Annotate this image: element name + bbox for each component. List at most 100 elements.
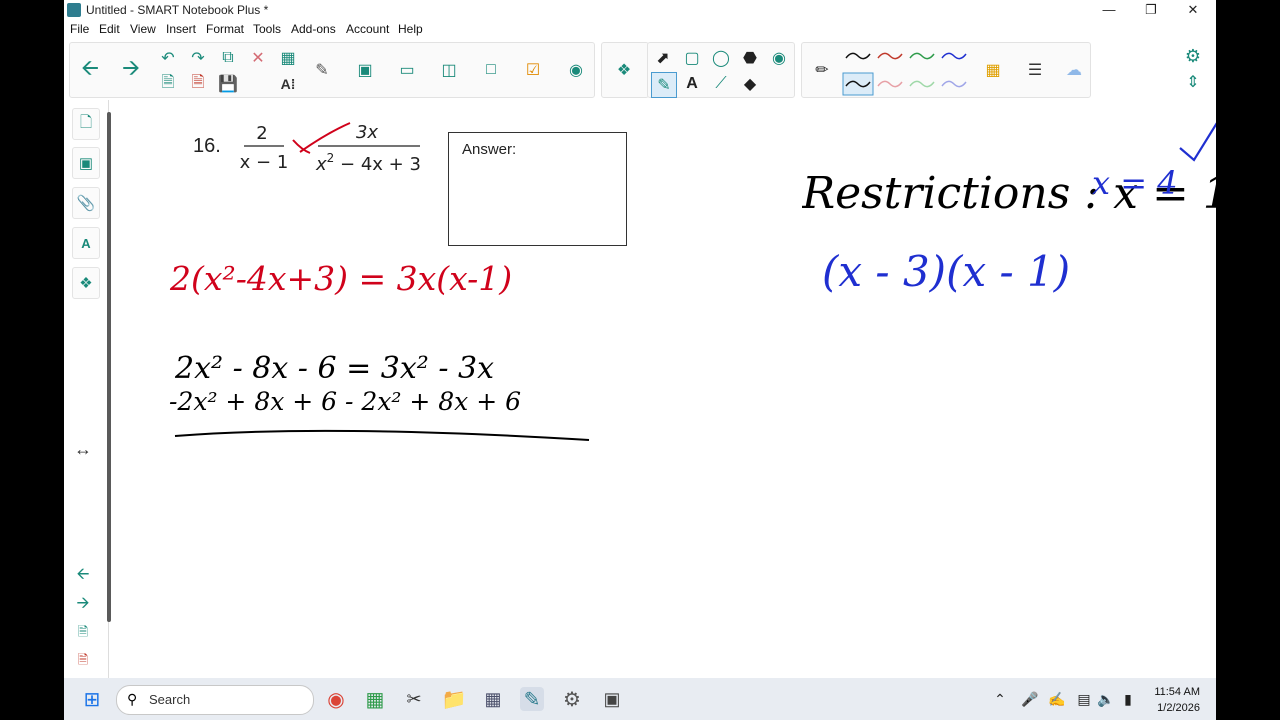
chrome-icon[interactable]: ◉ xyxy=(324,687,348,711)
snipping-tool-icon[interactable]: ✂ xyxy=(402,687,426,711)
notebook-app-icon[interactable]: ▦ xyxy=(363,687,387,711)
camera-icon[interactable]: ▣ xyxy=(353,58,377,82)
add-page-icon[interactable]: 🗎 xyxy=(156,72,180,96)
properties-icon[interactable]: A xyxy=(72,227,100,259)
addons-panel-icon[interactable]: ❖ xyxy=(72,267,100,299)
polygon-icon[interactable]: ⬣ xyxy=(738,46,762,70)
document-camera-icon[interactable]: □ xyxy=(479,58,503,82)
black-handwriting: 2x² - 8x - 6 = 3x² - 3x -2x² + 8x + 6 - … xyxy=(169,351,590,441)
factored-expression: (x - 3)(x - 1) xyxy=(822,247,1070,296)
battery-icon[interactable]: ▮ xyxy=(1116,687,1140,711)
screen-capture-icon[interactable]: ⧉ xyxy=(216,46,240,70)
red-handwriting: 2(x²-4x+3) = 3x(x-1) xyxy=(169,259,512,298)
menu-insert[interactable]: Insert xyxy=(166,22,196,36)
taskbar: ⊞ ⚲ Search ◉ ▦ ✂ 📁 ▦ ✎ ⚙ ▣ ⌃ 🎤 ✍ ▤ 🔈 ▮ 1… xyxy=(64,678,1216,720)
right-denominator: x2 − 4x + 3 xyxy=(315,151,421,175)
taskbar-search[interactable]: ⚲ Search xyxy=(116,685,314,715)
microphone-icon[interactable]: 🎤 xyxy=(1018,687,1042,711)
next-page-icon[interactable]: 🡪 xyxy=(71,593,95,617)
sum-line xyxy=(174,429,590,441)
clock[interactable]: 11:54 AM 1/2/2026 xyxy=(1154,684,1200,716)
menu-bar: File Edit View Insert Format Tools Add-o… xyxy=(64,21,1216,40)
toolbar: 🡨 🡪 ↶ ↷ ⧉ ✕ ▦ 🗎 🗎 💾 A⁞ ✎ ▣ ▭ ◫ □ ☑ ◉ ❖ ⬈… xyxy=(64,40,1216,100)
page-scrollbar[interactable] xyxy=(107,112,111,622)
previous-page-icon[interactable]: 🡨 xyxy=(71,564,95,588)
restriction-handwriting: Restrictions : x = 1 x = 4 (x - 3)(x - 1… xyxy=(802,122,1216,296)
puzzle-icon[interactable]: ❖ xyxy=(612,58,636,82)
menu-help[interactable]: Help xyxy=(398,22,423,36)
menu-edit[interactable]: Edit xyxy=(99,22,120,36)
save-icon[interactable]: 💾 xyxy=(216,72,240,96)
toolbar-group-pen-properties: ✏ ▦ ☰ ☁ xyxy=(801,42,1091,98)
pen-type-icon[interactable]: ✏ xyxy=(810,58,834,82)
start-button-icon[interactable]: ⊞ xyxy=(80,687,104,711)
fill-icon[interactable]: ◉ xyxy=(767,46,791,70)
blue-checkmark xyxy=(1179,122,1216,162)
gallery-icon[interactable]: ▣ xyxy=(72,147,100,179)
video-icon[interactable]: ▭ xyxy=(395,58,419,82)
forward-icon[interactable]: 🡪 xyxy=(119,55,143,82)
monster-icon[interactable]: ◉ xyxy=(564,58,588,82)
black-line-1: 2x² - 8x - 6 = 3x² - 3x xyxy=(174,351,494,386)
back-icon[interactable]: 🡨 xyxy=(78,55,102,82)
attachments-icon[interactable]: 📎 xyxy=(72,187,100,219)
pen-menu-icon[interactable]: ✍ xyxy=(1045,687,1069,711)
table-icon[interactable]: ▦ xyxy=(276,46,300,70)
eraser-icon[interactable]: ◆ xyxy=(738,72,762,96)
text-tool-icon[interactable]: A xyxy=(680,72,704,96)
answer-label: Answer: xyxy=(462,141,517,158)
undo-icon[interactable]: ↶ xyxy=(156,46,180,70)
restore-button[interactable]: ❐ xyxy=(1130,0,1172,21)
menu-addons[interactable]: Add-ons xyxy=(291,22,336,36)
resize-panel-icon[interactable]: ↔ xyxy=(71,437,95,461)
red-checkmark xyxy=(292,122,351,154)
text-format-icon[interactable]: A⁞ xyxy=(276,72,300,96)
pen-color-swatches[interactable] xyxy=(842,46,972,96)
network-icon[interactable]: ▤ xyxy=(1072,687,1096,711)
tray-overflow-icon[interactable]: ⌃ xyxy=(988,687,1012,711)
select-icon[interactable]: ⬈ xyxy=(651,46,675,70)
pens-icon[interactable]: ✎ xyxy=(651,72,677,98)
delete-page-icon[interactable]: 🗎 xyxy=(186,72,210,96)
line-style-icon[interactable]: ☰ xyxy=(1023,58,1047,82)
problem-number: 16. xyxy=(193,135,221,157)
title-bar: Untitled - SMART Notebook Plus * — ❐ ✕ xyxy=(64,0,1216,21)
minimize-button[interactable]: — xyxy=(1088,0,1130,21)
redo-icon[interactable]: ↷ xyxy=(186,46,210,70)
search-placeholder: Search xyxy=(149,692,191,707)
toolbar-position-icon[interactable]: ⇕ xyxy=(1181,70,1205,94)
settings-icon[interactable]: ⚙ xyxy=(1181,44,1205,68)
line-icon[interactable]: ⟋ xyxy=(709,72,733,96)
app-window: Untitled - SMART Notebook Plus * — ❐ ✕ F… xyxy=(64,0,1216,678)
text-box-icon[interactable]: ▢ xyxy=(680,46,704,70)
page-sorter-icon[interactable]: 🗋 xyxy=(72,108,100,140)
answer-box[interactable]: Answer: xyxy=(448,132,627,246)
shapes-icon[interactable]: ◯ xyxy=(709,46,733,70)
toolbar-group-addons: ❖ xyxy=(601,42,649,98)
notebook-page[interactable]: 16. 2 x − 1 3x x2 − 4x + 3 Answer: 2(x²-… xyxy=(112,100,1216,678)
add-page-side-icon[interactable]: 🗎 xyxy=(71,622,95,646)
menu-tools[interactable]: Tools xyxy=(253,22,281,36)
calculator-icon[interactable]: ▦ xyxy=(481,687,505,711)
menu-format[interactable]: Format xyxy=(206,22,244,36)
app-taskbar-icon[interactable]: ▣ xyxy=(600,687,624,711)
settings-taskbar-icon[interactable]: ⚙ xyxy=(560,687,584,711)
search-icon: ⚲ xyxy=(127,691,138,707)
activity-check-icon[interactable]: ☑ xyxy=(521,58,545,82)
close-button[interactable]: ✕ xyxy=(1172,0,1214,21)
menu-file[interactable]: File xyxy=(70,22,89,36)
screen-shade-icon[interactable]: ◫ xyxy=(437,58,461,82)
menu-view[interactable]: View xyxy=(130,22,156,36)
red-equation: 2(x²-4x+3) = 3x(x-1) xyxy=(169,259,512,298)
pen-mark-icon[interactable]: ✎ xyxy=(310,58,334,82)
delete-icon[interactable]: ✕ xyxy=(246,46,270,70)
fill-effect-icon[interactable]: ☁ xyxy=(1062,58,1086,82)
delete-page-side-icon[interactable]: 🗎 xyxy=(71,650,95,674)
smart-notebook-taskbar-icon[interactable]: ✎ xyxy=(520,687,544,711)
file-explorer-icon[interactable]: 📁 xyxy=(442,687,467,711)
black-line-2: -2x² + 8x + 6 - 2x² + 8x + 6 xyxy=(169,387,521,416)
color-palette-icon[interactable]: ▦ xyxy=(981,58,1005,82)
volume-icon[interactable]: 🔈 xyxy=(1094,687,1118,711)
menu-account[interactable]: Account xyxy=(346,22,389,36)
window-title: Untitled - SMART Notebook Plus * xyxy=(86,3,269,17)
